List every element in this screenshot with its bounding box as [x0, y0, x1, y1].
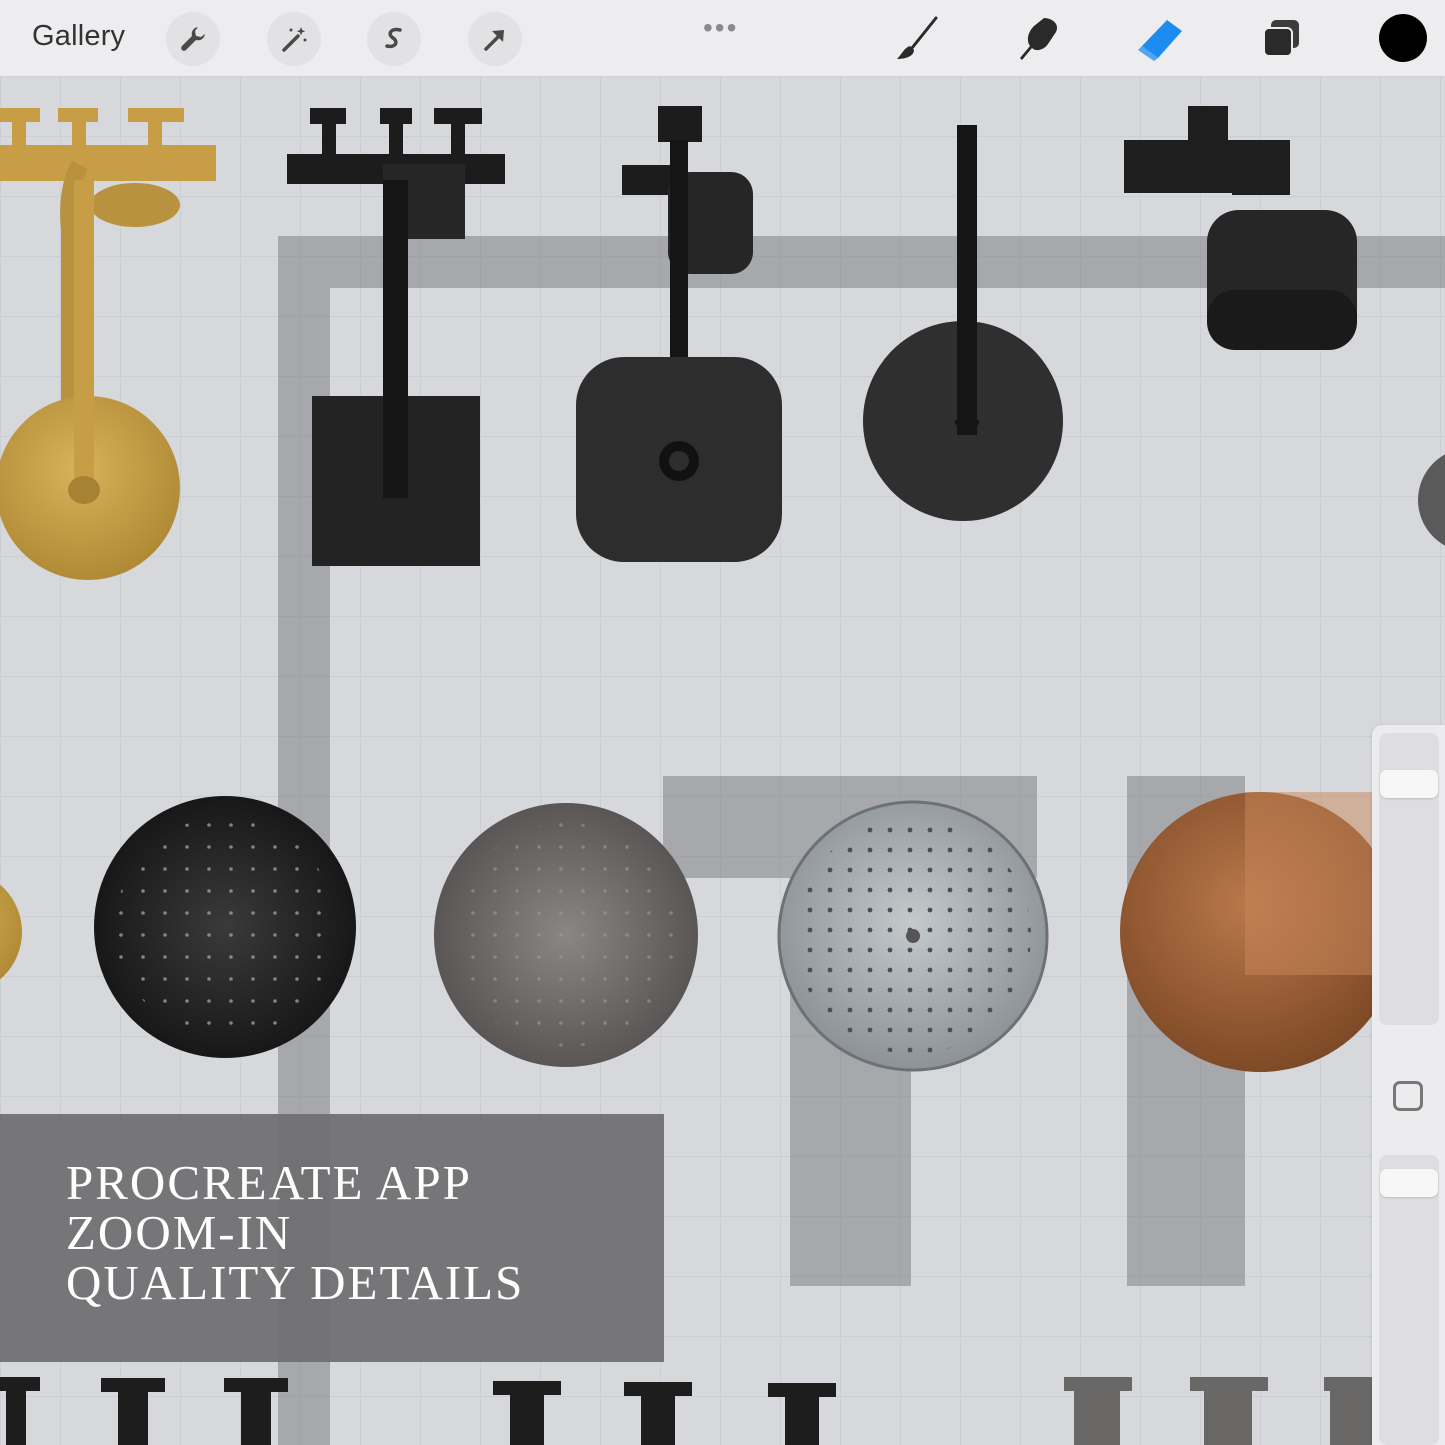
- black-rounded-square-shower: [576, 106, 782, 562]
- wrench-icon: [181, 27, 205, 51]
- actions-button[interactable]: [166, 12, 220, 66]
- eraser-icon: [1138, 20, 1182, 61]
- side-toolbar: [1372, 725, 1445, 1445]
- transform-arrow-icon: [484, 30, 504, 51]
- opacity-handle[interactable]: [1380, 1169, 1438, 1197]
- caption-line-2: ZOOM-IN: [66, 1205, 293, 1260]
- layers-icon: [1263, 20, 1299, 57]
- opacity-slider[interactable]: [1379, 1155, 1439, 1445]
- black-round-head: [94, 796, 356, 1058]
- caption-line-3: QUALITY DETAILS: [66, 1255, 525, 1310]
- brush-size-handle[interactable]: [1380, 770, 1438, 798]
- black-round-shower: [863, 125, 1063, 521]
- brush-icon: [897, 16, 938, 59]
- smudge-icon: [1020, 18, 1058, 60]
- brush-size-slider[interactable]: [1379, 733, 1439, 1025]
- bottom-handles: [0, 1377, 836, 1445]
- paint-tool-button[interactable]: [890, 12, 944, 66]
- adjustments-button[interactable]: [267, 12, 321, 66]
- gold-head-partial: [0, 884, 22, 980]
- copper-round-head: [1120, 792, 1400, 1072]
- magic-wand-icon: [282, 27, 307, 52]
- transform-button[interactable]: [468, 12, 522, 66]
- gold-shower: [0, 108, 216, 580]
- caption-text: PROCREATE APP ZOOM-IN QUALITY DETAILS: [66, 1158, 524, 1308]
- gunmetal-round-head: [434, 803, 698, 1067]
- selection-button[interactable]: [367, 12, 421, 66]
- top-toolbar: Gallery •••: [0, 0, 1445, 77]
- chrome-round-head: [777, 800, 1049, 1072]
- selection-icon: [385, 27, 402, 49]
- color-picker-button[interactable]: [1379, 14, 1427, 62]
- layers-button[interactable]: [1255, 12, 1309, 66]
- bottom-handles-gunmetal: [1064, 1377, 1372, 1445]
- smudge-tool-button[interactable]: [1012, 12, 1066, 66]
- partial-disc-right: [1418, 454, 1445, 546]
- black-thermostatic-shower: [1124, 106, 1357, 350]
- eraser-tool-button[interactable]: [1133, 12, 1187, 66]
- modifier-square-icon[interactable]: [1393, 1081, 1423, 1111]
- gallery-button[interactable]: Gallery: [32, 20, 125, 53]
- caption-line-1: PROCREATE APP: [66, 1155, 472, 1210]
- more-handle-icon[interactable]: •••: [703, 12, 738, 44]
